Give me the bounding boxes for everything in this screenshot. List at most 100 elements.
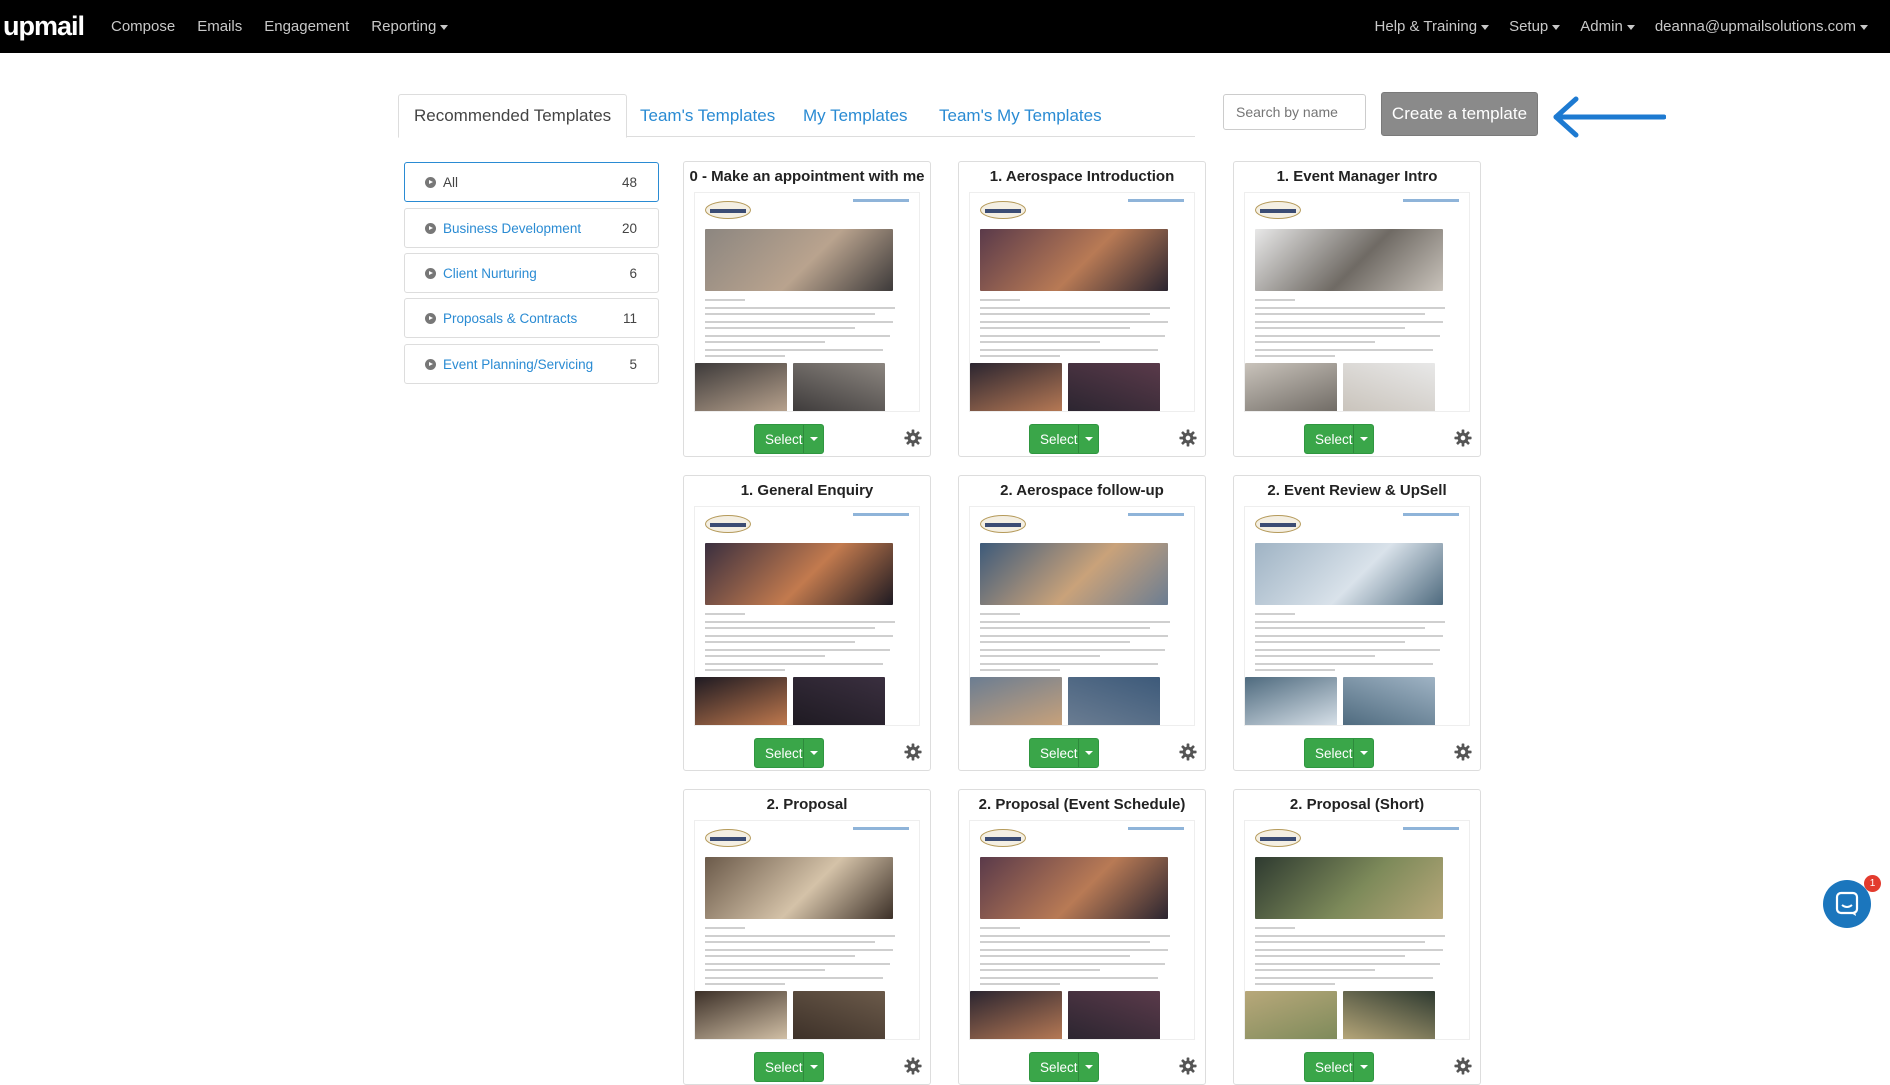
tab-teams-my-templates[interactable]: Team's My Templates <box>939 94 1102 137</box>
template-preview-thumbnail[interactable] <box>969 192 1195 412</box>
template-card[interactable]: 0 - Make an appointment with me Select <box>683 161 931 457</box>
preview-text-line <box>705 977 883 979</box>
caret-down-icon[interactable] <box>1353 1053 1373 1081</box>
preview-text-line <box>705 621 895 623</box>
tab-teams-templates[interactable]: Team's Templates <box>640 94 775 137</box>
preview-text-line <box>980 977 1158 979</box>
preview-image-left <box>695 677 787 725</box>
top-navbar: upmail Compose Emails Engagement Reporti… <box>0 0 1890 53</box>
template-card[interactable]: 1. Aerospace Introduction Select <box>958 161 1206 457</box>
preview-text-line <box>980 983 1060 985</box>
caret-down-icon[interactable] <box>1078 1053 1098 1081</box>
template-preview-thumbnail[interactable] <box>694 820 920 1040</box>
gear-icon[interactable] <box>1454 1057 1472 1075</box>
caret-down-icon[interactable] <box>803 739 823 767</box>
template-card[interactable]: 1. General Enquiry Select <box>683 475 931 771</box>
hotel-logo-icon <box>705 829 751 847</box>
circle-chevron-right-icon <box>425 223 436 234</box>
template-card[interactable]: 2. Proposal (Short) Select <box>1233 789 1481 1085</box>
template-preview-thumbnail[interactable] <box>1244 820 1470 1040</box>
category-label: Client Nurturing <box>443 265 537 281</box>
gear-icon[interactable] <box>1454 743 1472 761</box>
template-title: 2. Proposal <box>766 795 848 813</box>
preview-text-line <box>705 963 890 965</box>
gear-icon[interactable] <box>1179 429 1197 447</box>
template-card[interactable]: 2. Event Review & UpSell Select <box>1233 475 1481 771</box>
gear-icon[interactable] <box>1454 429 1472 447</box>
template-card[interactable]: 2. Proposal (Event Schedule) Select <box>958 789 1206 1085</box>
select-button[interactable]: Select <box>1304 738 1374 768</box>
category-proposals-contracts[interactable]: Proposals & Contracts 11 <box>404 298 659 338</box>
nav-engagement[interactable]: Engagement <box>264 18 349 35</box>
gear-icon[interactable] <box>904 429 922 447</box>
upmail-logo[interactable]: upmail <box>3 10 85 42</box>
caret-down-icon[interactable] <box>803 1053 823 1081</box>
category-client-nurturing[interactable]: Client Nurturing 6 <box>404 253 659 293</box>
preview-text-line <box>1255 341 1375 343</box>
category-all[interactable]: All 48 <box>404 162 659 202</box>
preview-text-line <box>705 969 825 971</box>
template-card[interactable]: 2. Proposal Select <box>683 789 931 1085</box>
preview-text-line <box>980 935 1170 937</box>
select-button[interactable]: Select <box>1304 1052 1374 1082</box>
gear-icon[interactable] <box>904 743 922 761</box>
tab-recommended-templates[interactable]: Recommended Templates <box>398 94 628 138</box>
tab-my-templates[interactable]: My Templates <box>803 94 908 137</box>
preview-links <box>1128 827 1184 830</box>
preview-text-line <box>705 299 745 301</box>
caret-down-icon[interactable] <box>803 425 823 453</box>
preview-text-line <box>705 335 890 337</box>
template-preview-thumbnail[interactable] <box>1244 192 1470 412</box>
create-template-button[interactable]: Create a template <box>1381 92 1538 136</box>
template-preview-thumbnail[interactable] <box>969 820 1195 1040</box>
caret-down-icon[interactable] <box>1353 425 1373 453</box>
hotel-logo-icon <box>1255 201 1301 219</box>
select-button[interactable]: Select <box>754 1052 824 1082</box>
select-button[interactable]: Select <box>1029 738 1099 768</box>
nav-admin[interactable]: Admin <box>1580 18 1635 35</box>
hotel-logo-icon <box>705 515 751 533</box>
template-preview-thumbnail[interactable] <box>969 506 1195 726</box>
template-preview-thumbnail[interactable] <box>1244 506 1470 726</box>
chat-launcher[interactable] <box>1823 880 1871 928</box>
nav-compose[interactable]: Compose <box>111 18 175 35</box>
select-label: Select <box>1315 745 1353 761</box>
gear-icon[interactable] <box>1179 1057 1197 1075</box>
nav-help-training[interactable]: Help & Training <box>1375 18 1490 35</box>
preview-text-line <box>1255 941 1425 943</box>
caret-down-icon[interactable] <box>1353 739 1373 767</box>
category-label: Business Development <box>443 220 582 236</box>
template-preview-thumbnail[interactable] <box>694 506 920 726</box>
nav-reporting[interactable]: Reporting <box>371 18 449 35</box>
category-event-planning-servicing[interactable]: Event Planning/Servicing 5 <box>404 344 659 384</box>
select-button[interactable]: Select <box>754 424 824 454</box>
category-business-development[interactable]: Business Development 20 <box>404 208 659 248</box>
preview-text-line <box>705 955 855 957</box>
select-button[interactable]: Select <box>1029 424 1099 454</box>
select-button[interactable]: Select <box>754 738 824 768</box>
hotel-logo-icon <box>980 201 1026 219</box>
hotel-logo-icon <box>1255 515 1301 533</box>
select-button[interactable]: Select <box>1029 1052 1099 1082</box>
caret-down-icon[interactable] <box>1078 425 1098 453</box>
template-preview-thumbnail[interactable] <box>694 192 920 412</box>
select-button[interactable]: Select <box>1304 424 1374 454</box>
gear-icon[interactable] <box>904 1057 922 1075</box>
nav-emails[interactable]: Emails <box>197 18 242 35</box>
nav-setup[interactable]: Setup <box>1509 18 1561 35</box>
search-input[interactable] <box>1223 94 1366 130</box>
caret-down-icon[interactable] <box>1078 739 1098 767</box>
preview-text-line <box>980 663 1158 665</box>
gear-icon[interactable] <box>1179 743 1197 761</box>
preview-links <box>1128 199 1184 202</box>
preview-image-right <box>1343 363 1435 411</box>
preview-text-line <box>705 983 785 985</box>
preview-text-line <box>705 669 785 671</box>
category-label: Proposals & Contracts <box>443 310 578 326</box>
preview-hero-image <box>705 543 893 605</box>
template-card[interactable]: 1. Event Manager Intro Select <box>1233 161 1481 457</box>
preview-text-line <box>980 927 1020 929</box>
template-card[interactable]: 2. Aerospace follow-up Select <box>958 475 1206 771</box>
nav-user-account[interactable]: deanna@upmailsolutions.com <box>1655 18 1868 35</box>
select-label: Select <box>765 745 803 761</box>
